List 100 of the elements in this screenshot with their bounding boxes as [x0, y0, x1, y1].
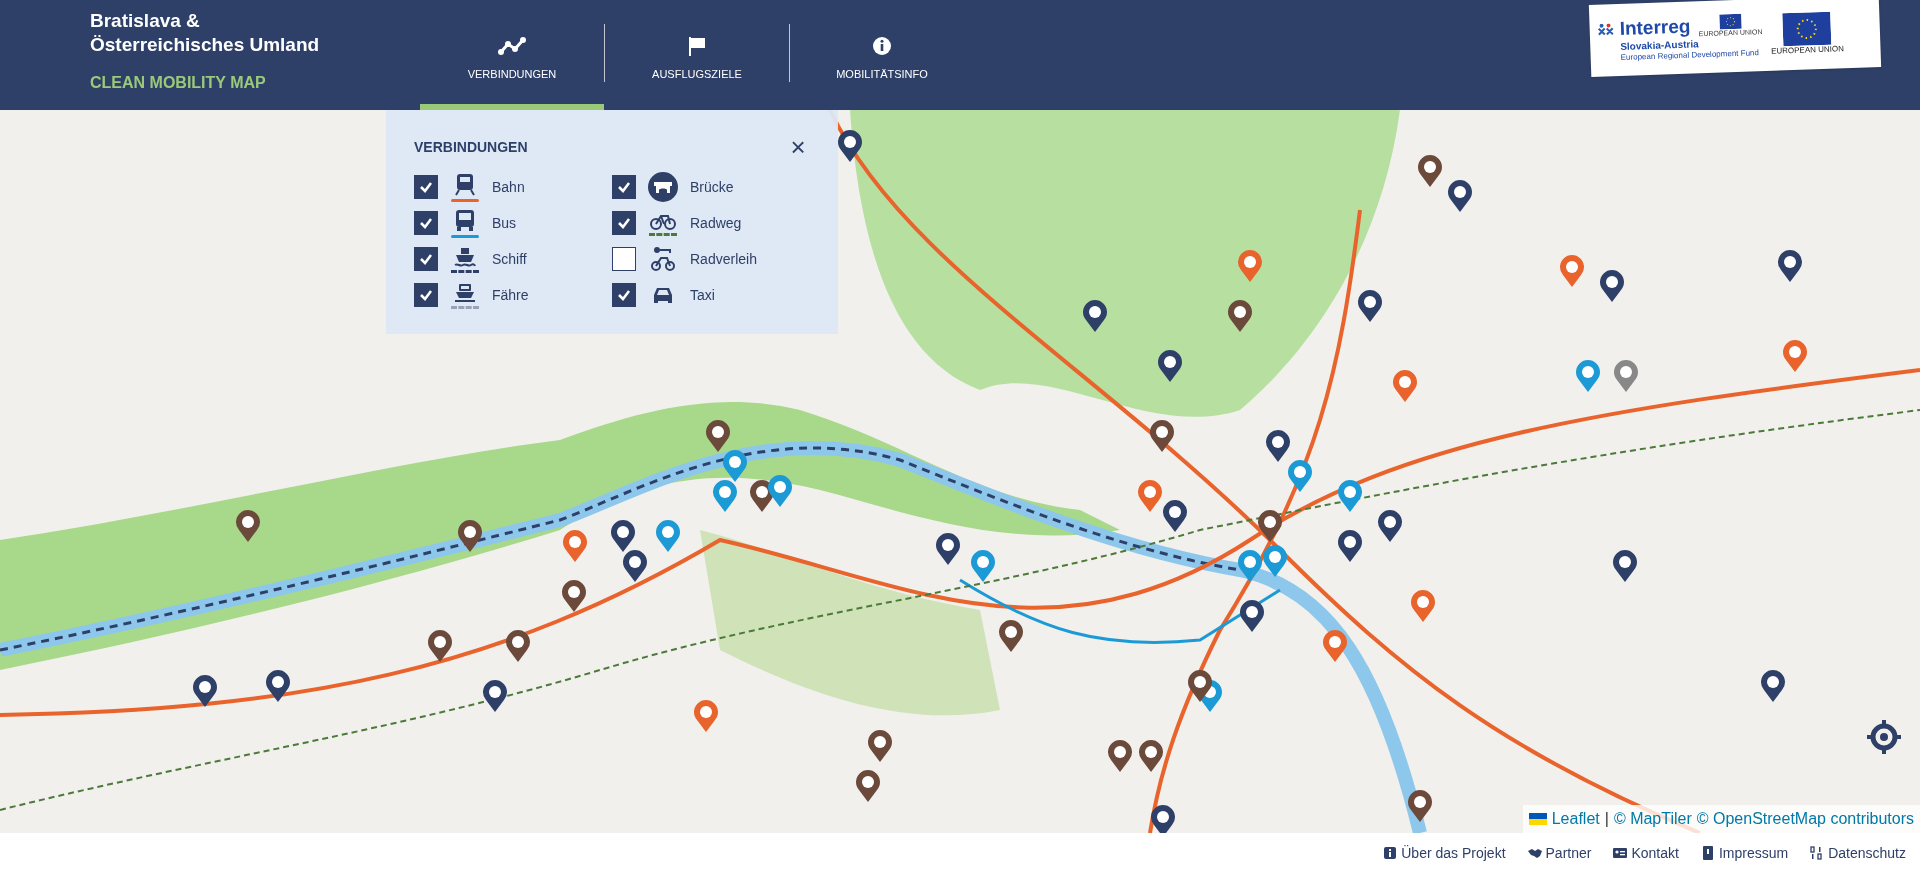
layer-label: Taxi	[690, 285, 715, 305]
map-pin-icon[interactable]	[1266, 430, 1290, 462]
footer-link[interactable]: Partner	[1527, 842, 1592, 864]
layer-label: Fähre	[492, 285, 529, 305]
line-chart-icon	[498, 35, 526, 56]
map-pin-icon[interactable]	[1600, 270, 1624, 302]
checkbox[interactable]	[414, 175, 438, 199]
legend-line	[451, 234, 479, 238]
map-pin-icon[interactable]	[856, 770, 880, 802]
train-icon	[454, 172, 476, 197]
checkmark-icon	[617, 181, 631, 193]
openstreetmap-link[interactable]: © OpenStreetMap contributors	[1696, 807, 1914, 831]
map-pin-icon[interactable]	[1761, 670, 1785, 702]
footer-link[interactable]: Impressum	[1700, 842, 1789, 864]
footer-link[interactable]: Über das Projekt	[1383, 842, 1506, 864]
map-pin-icon[interactable]	[458, 520, 482, 552]
map-pin-icon[interactable]	[1139, 740, 1163, 772]
checkmark-icon	[419, 217, 433, 229]
map-pin-icon[interactable]	[562, 580, 586, 612]
checkmark-icon	[419, 253, 433, 265]
map-pin-icon[interactable]	[1240, 600, 1264, 632]
checkmark-icon	[419, 181, 433, 193]
legend-line	[649, 232, 677, 236]
layer-label: Bahn	[492, 177, 525, 197]
checkbox[interactable]	[612, 211, 636, 235]
checkbox[interactable]	[414, 211, 438, 235]
map-pin-icon[interactable]	[623, 550, 647, 582]
footer-link[interactable]: Datenschutz	[1810, 842, 1906, 864]
site-subtitle: CLEAN MOBILITY MAP	[90, 73, 267, 93]
map-pin-icon[interactable]	[506, 630, 530, 662]
map-pin-icon[interactable]	[483, 680, 507, 712]
checkbox[interactable]	[612, 283, 636, 307]
map-pin-icon[interactable]	[1338, 530, 1362, 562]
map-pin-icon[interactable]	[999, 620, 1023, 652]
map-pin-icon[interactable]	[1418, 155, 1442, 187]
ship-icon	[454, 245, 476, 268]
contact-card-icon	[1613, 846, 1628, 860]
map-pin-icon[interactable]	[1613, 550, 1637, 582]
checkmark-icon	[617, 217, 631, 229]
map-pin-icon[interactable]	[1448, 180, 1472, 212]
map-pin-icon[interactable]	[838, 130, 862, 162]
map-pin-icon[interactable]	[1108, 740, 1132, 772]
leaflet-link[interactable]: Leaflet	[1551, 807, 1600, 831]
site-title: Bratislava & Österreichisches Umland	[90, 9, 321, 57]
footer-link[interactable]: Kontakt	[1613, 842, 1679, 864]
legend-line	[451, 198, 479, 202]
map-pin-icon[interactable]	[1163, 500, 1187, 532]
binary-digits-icon	[1810, 846, 1825, 860]
figures-icon	[1597, 23, 1616, 36]
legend-line	[451, 305, 479, 309]
eu-flag-icon	[1782, 11, 1832, 46]
checkbox[interactable]	[414, 247, 438, 271]
bicycle-key-icon	[651, 246, 675, 272]
legend-line	[451, 269, 479, 273]
ferry-icon	[454, 281, 476, 304]
map-pin-icon[interactable]	[1228, 300, 1252, 332]
maptiler-link[interactable]: © MapTiler	[1613, 807, 1692, 831]
locate-button[interactable]	[1867, 720, 1901, 754]
map-pin-icon[interactable]	[1358, 290, 1382, 322]
eu-flag-icon	[1718, 13, 1742, 30]
map-pin-icon[interactable]	[1158, 350, 1182, 382]
nav-tab[interactable]: AUSFLUGSZIELE	[605, 0, 789, 110]
ukraine-flag-icon	[1528, 813, 1547, 825]
checkbox[interactable]	[612, 247, 636, 271]
panel-title: VERBINDUNGEN	[414, 137, 528, 157]
map-pin-icon[interactable]	[1778, 250, 1802, 282]
map-pin-icon[interactable]	[1151, 805, 1175, 833]
layer-label: Bus	[492, 213, 517, 233]
map-pin-icon[interactable]	[1083, 300, 1107, 332]
car-icon	[652, 285, 674, 305]
info-icon	[872, 35, 892, 56]
layer-label: Schiff	[492, 249, 527, 269]
map-pin-icon[interactable]	[1150, 420, 1174, 452]
map-pin-icon[interactable]	[1378, 510, 1402, 542]
checkmark-icon	[419, 289, 433, 301]
map-pin-icon[interactable]	[1188, 670, 1212, 702]
close-button[interactable]: ×	[786, 134, 810, 160]
map-pin-icon[interactable]	[428, 630, 452, 662]
checkmark-icon	[617, 289, 631, 301]
flag-icon	[687, 35, 707, 56]
map-pin-icon[interactable]	[1408, 790, 1432, 822]
separator: |	[1604, 809, 1609, 829]
layer-label: Brücke	[690, 177, 734, 197]
map-pin-icon[interactable]	[611, 520, 635, 552]
map-pin-icon[interactable]	[193, 675, 217, 707]
map-pin-icon[interactable]	[768, 475, 792, 507]
nav-tab[interactable]: MOBILITÄTSINFO	[790, 0, 974, 110]
logo-caption: EUROPEAN UNION	[1770, 43, 1845, 57]
layer-label: Radweg	[690, 213, 742, 233]
map-pin-icon[interactable]	[868, 730, 892, 762]
map-pin-icon[interactable]	[706, 420, 730, 452]
map-pin-icon[interactable]	[1258, 510, 1282, 542]
info-icon	[1383, 846, 1398, 860]
checkbox[interactable]	[414, 283, 438, 307]
checkbox[interactable]	[612, 175, 636, 199]
map-pin-icon[interactable]	[936, 533, 960, 565]
book-icon	[1700, 846, 1715, 860]
map-pin-icon[interactable]	[266, 670, 290, 702]
map-pin-icon[interactable]	[236, 510, 260, 542]
logo-name: Interreg	[1619, 16, 1691, 39]
